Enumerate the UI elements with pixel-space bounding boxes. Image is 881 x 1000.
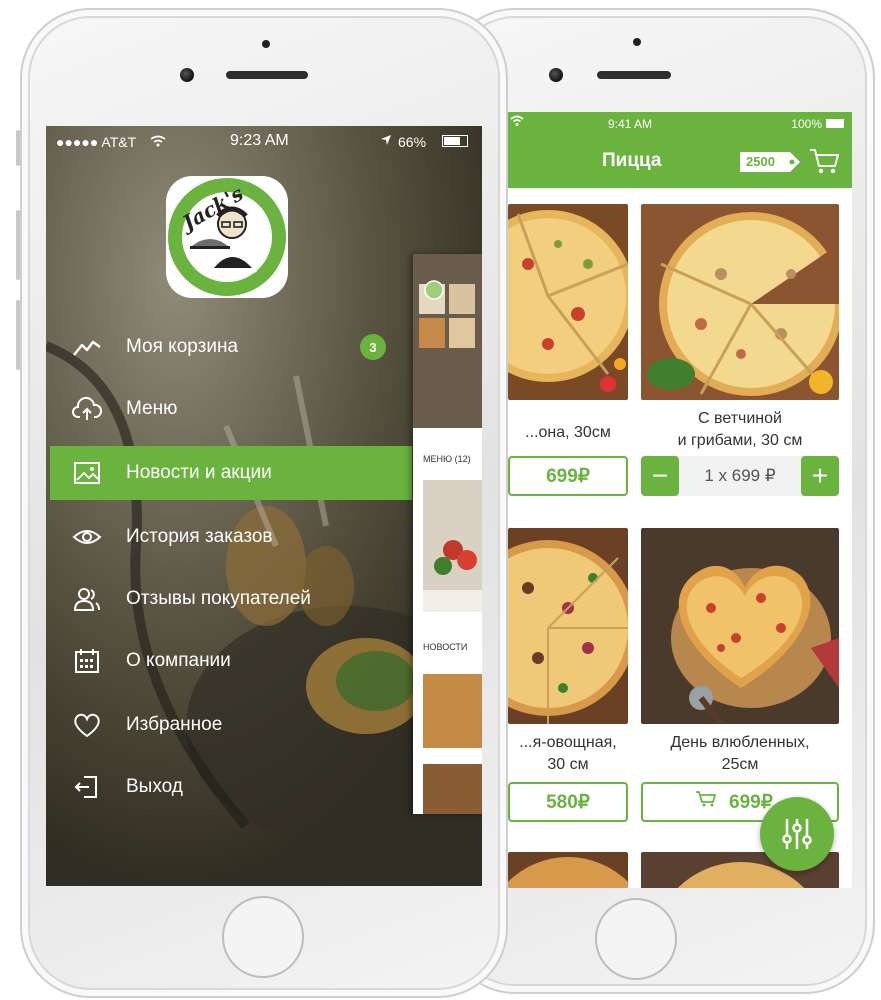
product-name-2-line1: С ветчиной [698, 410, 782, 427]
menu-item-favorites[interactable]: Избранное [50, 698, 412, 752]
preview-menu-image [423, 480, 482, 612]
battery-percent: 66% [398, 134, 427, 150]
quantity-stepper: − 1 x 699 ₽ + [641, 456, 839, 496]
mute-switch[interactable] [16, 130, 20, 166]
product-name-2-line2: и грибами, 30 см [677, 432, 803, 449]
product-name-4-line2: 25см [721, 756, 759, 773]
app-header: Пицца 2500 [508, 136, 852, 188]
menu-item-menu[interactable]: Меню [50, 382, 412, 436]
carrier-text: ●●●●● AT&T [56, 134, 137, 150]
cart-small-icon [695, 790, 717, 814]
users-icon [72, 585, 102, 613]
menu-item-news[interactable]: Новости и акции [50, 446, 412, 500]
pizza-image-5[interactable] [508, 852, 628, 888]
menu-item-logout[interactable]: Выход [50, 760, 412, 814]
cloud-upload-icon [72, 395, 103, 423]
filter-button[interactable] [760, 797, 834, 871]
heart-icon [72, 711, 102, 739]
preview-news-label: НОВОСТИ [423, 642, 468, 652]
menu-label-menu: Меню [126, 398, 178, 419]
volume-up-button[interactable] [16, 210, 20, 280]
earpiece-speaker [226, 71, 308, 79]
menu-label-order-history: История заказов [126, 526, 273, 547]
stage: 9:41 AM 100% Пицца 2500 ...она, 30см С в… [0, 0, 881, 1000]
price-3: 580₽ [546, 791, 590, 813]
home-button[interactable] [595, 898, 677, 980]
menu-label-reviews: Отзывы покупателей [126, 588, 311, 609]
location-icon [380, 133, 392, 149]
calendar-icon [72, 647, 102, 675]
cart-count-badge: 3 [360, 334, 386, 360]
status-time: 9:23 AM [230, 132, 289, 149]
image-icon [72, 459, 102, 487]
increase-button[interactable]: + [801, 456, 839, 496]
preview-news-image-1 [423, 674, 482, 748]
menu-label-cart: Моя корзина [126, 336, 239, 357]
points-value: 2500 [746, 154, 775, 169]
page-title: Пицца [602, 150, 662, 171]
eye-icon [72, 523, 102, 551]
menu-label-about: О компании [126, 650, 231, 671]
menu-item-order-history[interactable]: История заказов [50, 510, 412, 564]
product-name-3-line2: 30 см [547, 756, 589, 773]
proximity-sensor [262, 40, 270, 48]
quantity-text: 1 x 699 ₽ [704, 466, 776, 485]
preview-news-image-2 [423, 764, 482, 814]
price-1: 699₽ [546, 465, 590, 487]
status-bar: ●●●●● AT&T 9:23 AM 66% [46, 126, 482, 156]
trend-icon [72, 333, 102, 361]
status-bar: 9:41 AM 100% [508, 112, 852, 136]
menu-label-favorites: Избранное [126, 714, 223, 735]
pizza-image-3[interactable] [508, 528, 628, 724]
menu-item-about[interactable]: О компании [50, 634, 412, 688]
status-time: 9:41 AM [608, 117, 653, 131]
product-name-3-line1: ...я-овощная, [519, 734, 617, 751]
earpiece-speaker [597, 71, 671, 79]
menu-item-cart[interactable]: Моя корзина 3 [50, 320, 412, 374]
menu-label-news: Новости и акции [126, 462, 272, 483]
content-preview-panel[interactable]: МЕНЮ (12) НОВОСТИ [413, 254, 482, 814]
volume-down-button[interactable] [16, 300, 20, 370]
battery-icon [826, 119, 844, 128]
pizza-image-2[interactable] [641, 204, 839, 400]
pizza-image-4[interactable] [641, 528, 839, 724]
preview-hero-image [413, 254, 482, 428]
preview-menu-label: МЕНЮ (12) [423, 454, 471, 464]
sliders-icon [782, 819, 812, 849]
logout-icon [72, 773, 102, 801]
proximity-sensor [633, 38, 641, 46]
cart-icon[interactable] [808, 146, 840, 181]
app-logo: Jack's since 1992 [166, 176, 288, 298]
wifi-icon [510, 115, 524, 130]
menu-item-reviews[interactable]: Отзывы покупателей [50, 572, 412, 626]
add-to-cart-button-1[interactable]: 699₽ [508, 456, 628, 496]
wifi-icon [150, 134, 166, 150]
product-name-1: ...она, 30см [525, 424, 611, 441]
battery-icon [442, 135, 468, 147]
product-name-4-line1: День влюбленных, [670, 734, 810, 751]
home-button[interactable] [222, 896, 304, 978]
add-to-cart-button-3[interactable]: 580₽ [508, 782, 628, 822]
battery-percent: 100% [791, 117, 822, 131]
decrease-button[interactable]: − [641, 456, 679, 496]
front-camera [549, 68, 563, 82]
front-camera [180, 68, 194, 82]
menu-label-logout: Выход [126, 776, 183, 797]
left-screen: ●●●●● AT&T 9:23 AM 66% Jack's since 1992… [46, 126, 482, 886]
points-badge[interactable]: 2500 [738, 150, 802, 174]
pizza-image-1[interactable] [508, 204, 628, 400]
right-screen: 9:41 AM 100% Пицца 2500 ...она, 30см С в… [508, 112, 852, 888]
